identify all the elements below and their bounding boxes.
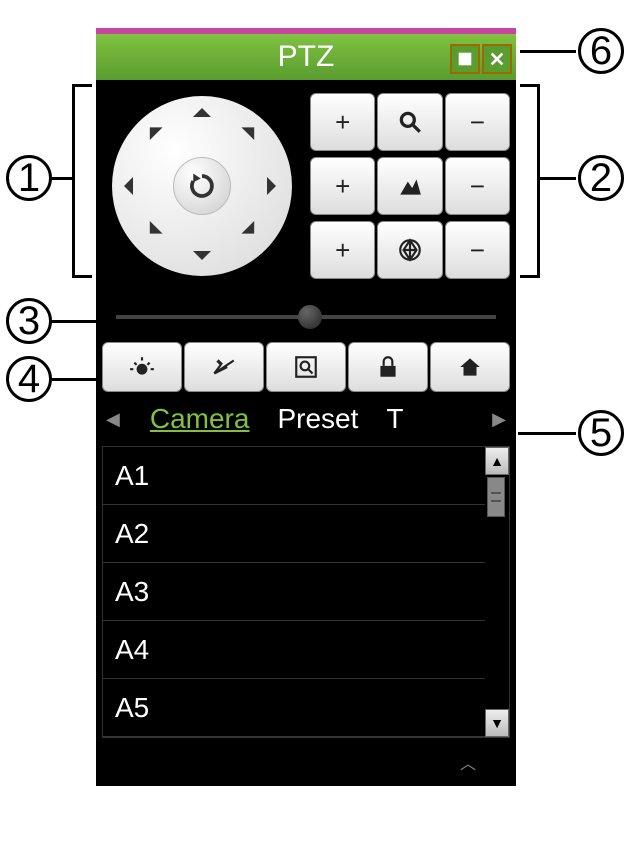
panel-header: PTZ	[96, 28, 516, 80]
zoom-minus-button[interactable]: −	[445, 93, 510, 151]
scroll-down-button[interactable]: ▼	[485, 709, 509, 737]
iris-plus-button[interactable]: +	[310, 221, 375, 279]
dpad-left[interactable]	[124, 177, 133, 195]
chevron-up-icon: ︿	[460, 750, 476, 774]
zoom-3d-button[interactable]	[266, 342, 346, 392]
scroll-track[interactable]	[485, 475, 509, 709]
dpad-down[interactable]	[193, 251, 211, 260]
list-item[interactable]: A1	[103, 447, 485, 505]
ptz-panel: PTZ +	[96, 28, 516, 786]
callout-2: 2	[578, 155, 624, 201]
callout-3: 3	[6, 298, 52, 344]
wiper-button[interactable]	[184, 342, 264, 392]
focus-plus-button[interactable]: +	[310, 157, 375, 215]
camera-list: A1 A2 A3 A4 A5	[103, 447, 485, 737]
footer-expand[interactable]: ︿	[96, 738, 516, 786]
dpad-right[interactable]	[267, 177, 276, 195]
list-item[interactable]: A4	[103, 621, 485, 679]
callout-5: 5	[578, 410, 624, 456]
callout-6: 6	[578, 28, 624, 74]
panel-title: PTZ	[278, 40, 335, 74]
adjustment-grid: + − + − + −	[310, 86, 510, 286]
list-item[interactable]: A2	[103, 505, 485, 563]
dpad-up[interactable]	[193, 108, 211, 117]
tab-scroll-left[interactable]: ◀	[104, 409, 122, 430]
scrollbar[interactable]: ▲ ▼	[485, 447, 509, 737]
slider-handle[interactable]	[298, 305, 322, 329]
focus-minus-button[interactable]: −	[445, 157, 510, 215]
tab-scroll-right[interactable]: ▶	[490, 409, 508, 430]
callout-4: 4	[6, 356, 52, 402]
direction-pad	[102, 86, 302, 286]
lock-button[interactable]	[348, 342, 428, 392]
close-button[interactable]	[482, 44, 512, 74]
scroll-thumb[interactable]	[487, 477, 505, 517]
tab-third[interactable]: T	[386, 403, 410, 435]
iris-icon	[377, 221, 442, 279]
focus-icon	[377, 157, 442, 215]
zoom-icon	[377, 93, 442, 151]
speed-slider[interactable]	[96, 292, 516, 342]
tab-camera[interactable]: Camera	[150, 403, 250, 435]
list-item[interactable]: A3	[103, 563, 485, 621]
scroll-up-button[interactable]: ▲	[485, 447, 509, 475]
light-button[interactable]	[102, 342, 182, 392]
zoom-plus-button[interactable]: +	[310, 93, 375, 151]
dpad-auto-scan[interactable]	[173, 157, 231, 215]
callout-1: 1	[6, 155, 52, 201]
home-button[interactable]	[430, 342, 510, 392]
iris-minus-button[interactable]: −	[445, 221, 510, 279]
list-item[interactable]: A5	[103, 679, 485, 737]
minimize-button[interactable]	[450, 44, 480, 74]
tab-preset[interactable]: Preset	[277, 403, 358, 435]
tab-bar: ◀ Camera Preset T ▶	[96, 392, 516, 446]
toolbar	[96, 342, 516, 392]
